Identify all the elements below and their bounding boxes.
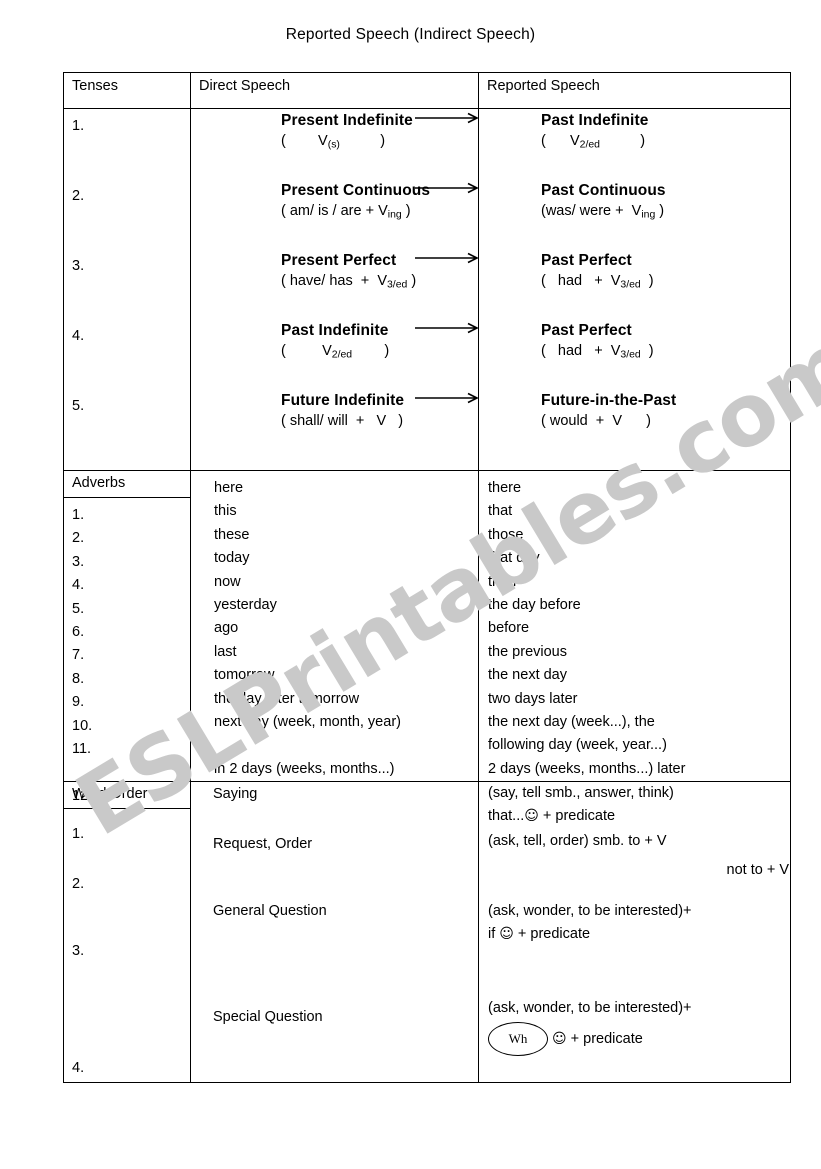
adverb-reported: that (488, 503, 513, 520)
adverb-reported: two days later (488, 690, 578, 707)
table-header-row: Tenses Direct Speech Reported Speech (63, 72, 791, 109)
adverb-row-number: 11. (72, 740, 92, 757)
adverb-row-number: 8. (72, 670, 85, 687)
tenses-direct-cell: Present Indefinite( V(s) ) Present Contin… (190, 108, 479, 471)
tense-reported: Future-in-the-Past( would + V ) (541, 392, 677, 429)
adverb-direct: yesterday (214, 596, 277, 613)
smiley-icon: ☺ (552, 1031, 567, 1048)
adverb-reported: before (488, 620, 530, 637)
tenses-reported-cell: Past Indefinite( V2/ed ) Past Continuous(… (478, 108, 791, 471)
adverb-direct (214, 734, 478, 757)
adverb-reported: there (488, 480, 522, 496)
word-order-reported: (ask, wonder, to be interested)+ if ☺ + p… (488, 903, 692, 943)
tense-direct: Past Indefinite( V2/ed ) (281, 322, 390, 361)
word-order-reported: (ask, tell, order) smb. to + Vnot to + V (488, 833, 789, 879)
tense-direct: Future Indefinite( shall/ will + V ) (281, 392, 405, 429)
tense-row-number: 3. (72, 258, 85, 274)
smiley-icon: ☺ (499, 926, 514, 943)
word-order-direct: General Question (213, 903, 327, 920)
adverb-reported: the next day (488, 667, 567, 684)
adverb-reported: those (488, 526, 524, 543)
word-order-reported: (say, tell smb., answer, think) that...☺ … (488, 785, 674, 825)
adverb-reported: following day (week, year...) (488, 737, 667, 754)
adverb-direct: in 2 days (weeks, months...) (214, 760, 395, 777)
tense-direct: Present Perfect( have/ has + V3/ed ) (281, 252, 417, 291)
adverb-reported: the next day (week...), the (488, 713, 655, 730)
word-order-row-number: 1. (72, 826, 85, 843)
tense-row-number: 1. (72, 118, 85, 134)
adverb-direct: these (214, 526, 250, 543)
smiley-icon: ☺ (524, 808, 539, 825)
adverb-direct: the day after tomorrow (214, 690, 360, 707)
adverb-row-number: 6. (72, 623, 85, 640)
tense-direct: Present Continuous( am/ is / are + Ving … (281, 182, 431, 221)
tense-reported: Past Perfect( had + V3/ed ) (541, 252, 654, 291)
word-order-label-row: Word Order Saying Request, Order General Q… (63, 781, 791, 1084)
adverb-direct: this (214, 503, 237, 520)
adverb-row-number: 2. (72, 530, 85, 547)
tense-row-number: 5. (72, 398, 85, 414)
adverb-direct: tomorrow (214, 667, 275, 684)
adverbs-reported-cell: there that those that day then the day before… (478, 469, 791, 783)
adverbs-numbers-cell: 1. 2. 3. 4. 5. 6. 7. 8. 9. 10. 11. 12. (63, 496, 191, 804)
wh-ellipse: Wh (488, 1022, 548, 1057)
word-order-direct: Request, Order (213, 836, 313, 853)
word-order-row-number: 2. (72, 876, 85, 893)
tense-reported: Past Perfect( had + V3/ed ) (541, 322, 654, 361)
tense-row-number: 4. (72, 328, 85, 344)
adverb-direct: next day (week, month, year) (214, 713, 401, 730)
adverbs-label-row: Adverbs here this these today now yesterday ag… (63, 469, 791, 783)
adverb-reported: the previous (488, 643, 567, 660)
adverb-row-number: 5. (72, 600, 85, 617)
adverb-row-number: 9. (72, 694, 85, 711)
tense-direct: Present Indefinite( V(s) ) (281, 112, 413, 151)
tense-reported: Past Continuous (was/ were + Ving ) (541, 182, 666, 221)
tenses-numbers-cell: 1. 2. 3. 4. 5. (63, 108, 191, 471)
word-order-numbers-cell: 1. 2. 3. 4. (63, 808, 191, 1084)
word-order-reported-cell: (say, tell smb., answer, think) that...☺ … (478, 781, 791, 1084)
adverb-row-number: 7. (72, 647, 85, 664)
header-reported-speech: Reported Speech (478, 72, 791, 109)
header-tenses: Tenses (63, 72, 191, 109)
word-order-direct: Special Question (213, 1009, 323, 1026)
word-order-row-number: 3. (72, 943, 85, 960)
adverb-reported: that day (488, 550, 540, 567)
adverb-reported: 2 days (weeks, months...) later (488, 760, 686, 777)
adverb-direct: last (214, 643, 237, 660)
adverb-reported: the day before (488, 596, 581, 613)
adverb-row-number: 4. (72, 577, 85, 594)
adverbs-label: Adverbs (63, 470, 191, 498)
adverbs-direct-cell: here this these today now yesterday ago last tom… (190, 469, 479, 783)
adverb-reported: then (488, 573, 517, 590)
adverb-row-number: 10. (72, 717, 93, 734)
adverb-direct: today (214, 550, 250, 567)
worksheet-table: Tenses Direct Speech Reported Speech 1. 2… (63, 72, 791, 1084)
word-order-row-number: 4. (72, 1060, 85, 1077)
tense-row-number: 2. (72, 188, 85, 204)
header-direct-speech: Direct Speech (190, 72, 479, 109)
adverb-direct: here (214, 480, 244, 496)
adverb-row-number: 3. (72, 553, 85, 570)
word-order-direct: Saying (213, 786, 258, 803)
word-order-reported: (ask, wonder, to be interested)+ Wh ☺ + p… (479, 997, 799, 1058)
adverb-direct: now (214, 573, 241, 590)
page-title: Reported Speech (Indirect Speech) (285, 26, 536, 43)
reported-speech-table: Tenses Direct Speech Reported Speech 1. 2… (63, 72, 791, 1084)
adverb-row-number: 1. (72, 507, 85, 523)
adverb-direct: ago (214, 620, 239, 637)
tenses-block-row: 1. 2. 3. 4. 5. Present Indefinite( V(s) ) Pre… (63, 108, 791, 471)
word-order-direct-cell: Saying Request, Order General Question Spec… (190, 781, 479, 1084)
tense-reported: Past Indefinite( V2/ed ) (541, 112, 649, 151)
